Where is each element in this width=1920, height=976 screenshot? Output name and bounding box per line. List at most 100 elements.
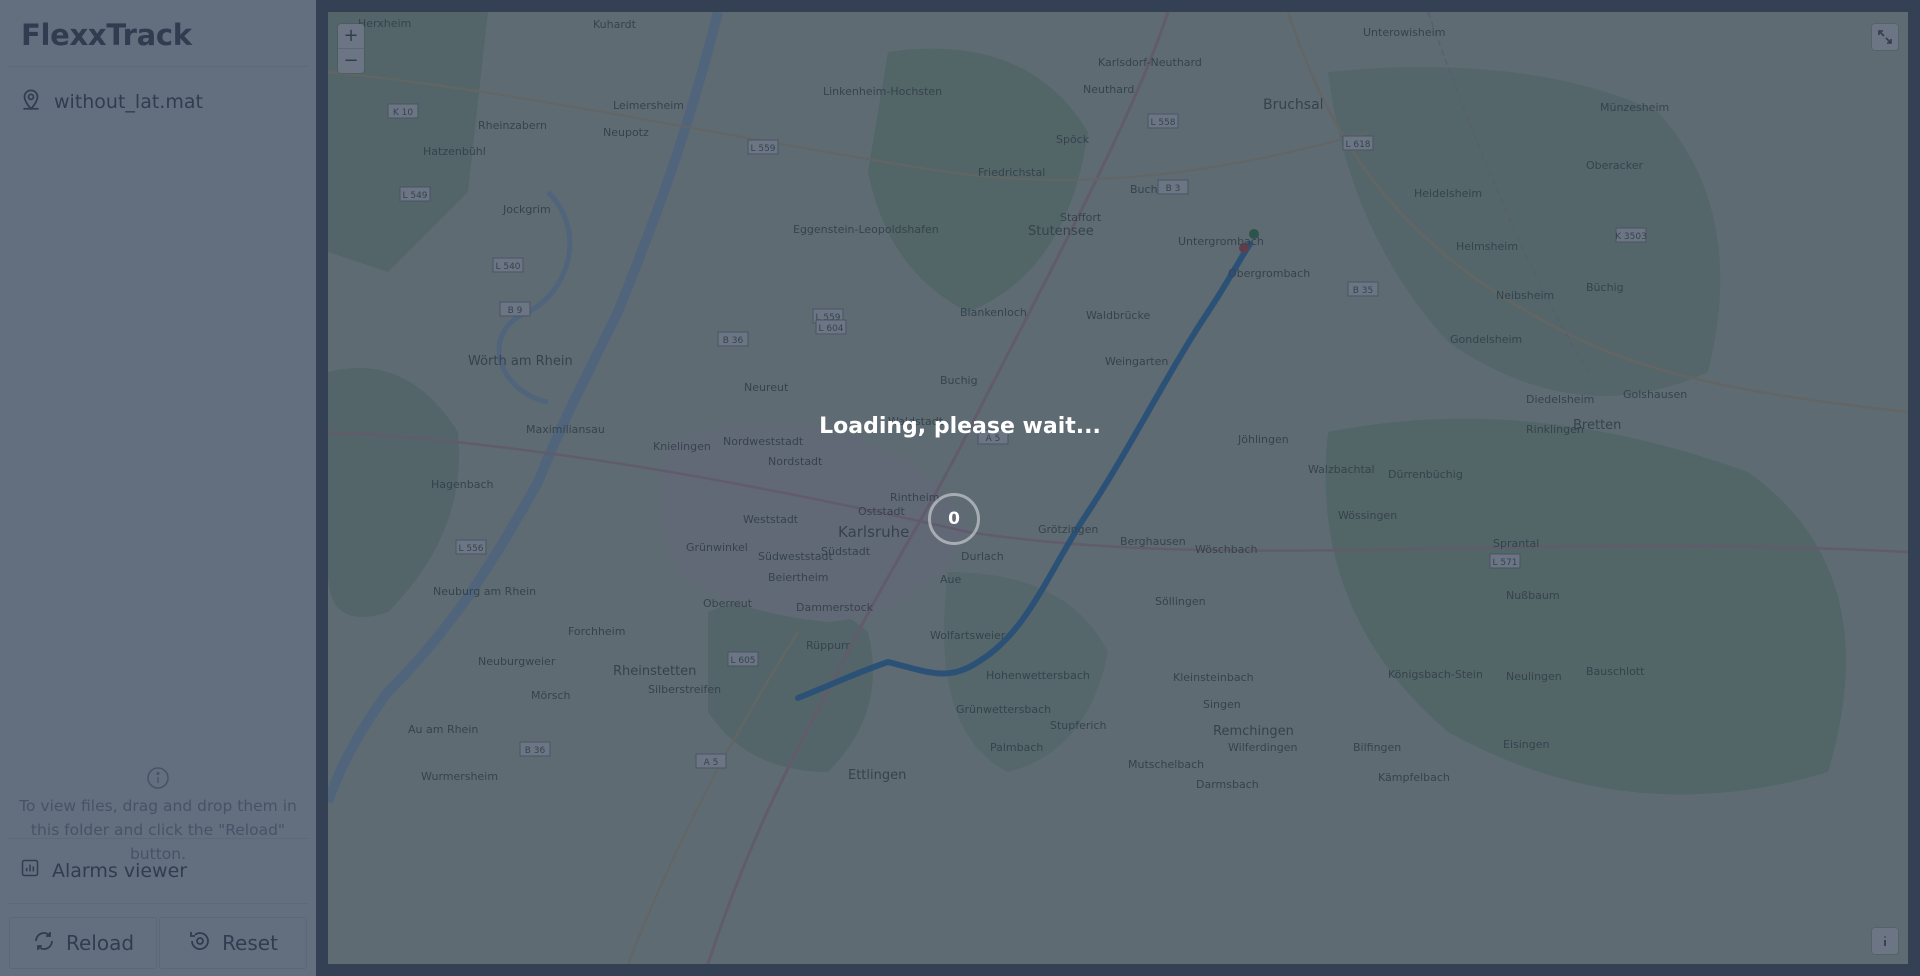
map-place-label: Stupferich [1050,719,1107,732]
map-place-label: Eisingen [1503,738,1550,751]
app-title: FlexxTrack [21,18,192,52]
map-place-label: Kämpfelbach [1378,771,1450,784]
road-label: L 549 [402,191,427,201]
divider [8,838,308,839]
map-place-label: Wilferdingen [1228,741,1297,754]
road-label: K 3503 [1615,232,1647,242]
map-place-label: Neuburg am Rhein [433,585,536,598]
fullscreen-button[interactable] [1872,24,1898,50]
loading-spinner: 0 [928,493,980,545]
info-icon [1884,936,1886,946]
map-place-label: Buchig [940,374,978,387]
map-place-label: Weingarten [1105,355,1168,368]
map-place-label: Söllingen [1155,595,1206,608]
map-place-label: Südweststadt [758,550,834,563]
map-place-label: Berghausen [1120,535,1186,548]
file-item-label: without_lat.mat [54,90,203,113]
map-view[interactable]: Karlsruhe Bruchsal Stutensee Bretten Ettling… [328,12,1908,964]
map-place-label: Mutschelbach [1128,758,1204,771]
road-label: K 10 [393,108,413,118]
map-place-label: Grünwettersbach [956,703,1051,716]
map-place-label: Rheinstetten [613,664,696,679]
map-place-label: Au am Rhein [408,723,478,736]
map-place-label: Karlsruhe [838,523,909,541]
map-place-label: Karlsdorf-Neuthard [1098,56,1202,69]
map-place-label: Grötzingen [1038,523,1098,536]
refresh-icon [32,929,56,958]
map-place-label: Rintheim [890,491,940,504]
road-label: B 36 [723,336,744,346]
map-place-label: Rüppurr [806,639,850,652]
reload-button[interactable]: Reload [9,917,157,969]
map-place-label: Neuburgweier [478,655,556,668]
map-place-label: Waldbrücke [1086,309,1150,322]
divider [8,66,308,67]
map-place-label: Spöck [1056,133,1090,146]
road-label: L 559 [750,144,775,154]
map-place-label: Wöschbach [1195,543,1257,556]
map-place-label: Jockgrim [502,203,551,216]
drop-hint-text: To view files, drag and drop them in thi… [19,797,297,863]
map-place-label: Heidelsheim [1414,187,1482,200]
map-place-label: Neureut [744,381,789,394]
map-place-label: Mörsch [531,689,571,702]
map-place-label: Königsbach-Stein [1388,668,1483,681]
map-place-label: Münzesheim [1600,101,1669,114]
map-place-label: Beiertheim [768,571,828,584]
map-place-label: Wurmersheim [421,770,498,783]
loading-message: Loading, please wait... [819,414,1101,439]
map-place-label: Wössingen [1338,509,1397,522]
attribution-button[interactable] [1872,928,1898,954]
road-label: L 605 [730,656,755,666]
road-label: L 571 [1492,558,1517,568]
map-place-label: Jöhlingen [1237,433,1289,446]
file-item-without-lat[interactable]: without_lat.mat [18,86,203,117]
map-place-label: Stutensee [1028,224,1094,239]
reload-label: Reload [65,931,135,955]
map-place-label: Blankenloch [960,306,1027,319]
road-label: A 5 [704,758,719,768]
zoom-control: + − [338,24,364,73]
alarms-viewer-link[interactable]: Alarms viewer [20,858,187,883]
map-place-label: Oststadt [858,505,905,518]
map-place-label: Leimersheim [613,99,684,112]
drop-hint: To view files, drag and drop them in thi… [6,766,310,866]
map-place-label: Nordstadt [768,455,823,468]
map-place-label: Kleinsteinbach [1173,671,1254,684]
map-place-label: Darmsbach [1196,778,1259,791]
road-label: B 35 [1353,286,1374,296]
map-place-label: Knielingen [653,440,711,453]
map-place-label: Untergrombach [1178,235,1264,248]
map-place-label: Nußbaum [1506,589,1560,602]
map-place-label: Walzbachtal [1308,463,1375,476]
road-label: L 558 [1150,118,1175,128]
map-place-label: Bruchsal [1263,97,1324,113]
map-tiles: KarlsruheBruchsalStutenseeBrettenEttling… [328,12,1908,964]
map-place-label: Dammerstock [796,601,874,614]
sidebar: FlexxTrack without_lat.mat To view files… [0,0,316,976]
road-label: B 3 [1166,184,1181,194]
spinner-counter: 0 [948,509,960,529]
map-place-label: Herxheim [358,17,411,30]
map-place-label: Silberstreifen [648,683,721,696]
reset-button[interactable]: Reset [159,917,307,969]
reset-label: Reset [222,931,278,955]
map-place-label: Diedelsheim [1526,393,1594,406]
map-place-label: Palmbach [990,741,1043,754]
map-place-label: Eggenstein-Leopoldshafen [793,223,939,236]
map-place-label: Bilfingen [1353,741,1401,754]
map-place-label: Wörth am Rhein [468,354,573,369]
map-place-label: Friedrichstal [978,166,1045,179]
map-place-label: Rheinzabern [478,119,547,132]
reset-icon [188,929,212,958]
map-place-label: Weststadt [743,513,799,526]
map-place-label: Gondelsheim [1450,333,1522,346]
zoom-out-button[interactable]: − [338,48,364,73]
map-place-label: Maximiliansau [526,423,605,436]
map-place-label: Wolfartsweier [930,629,1006,642]
zoom-in-button[interactable]: + [338,24,364,48]
expand-icon [1878,30,1892,44]
map-place-label: Hagenbach [431,478,494,491]
map-place-label: Linkenheim-Hochsten [823,85,942,98]
map-place-label: Obergrombach [1228,267,1310,280]
